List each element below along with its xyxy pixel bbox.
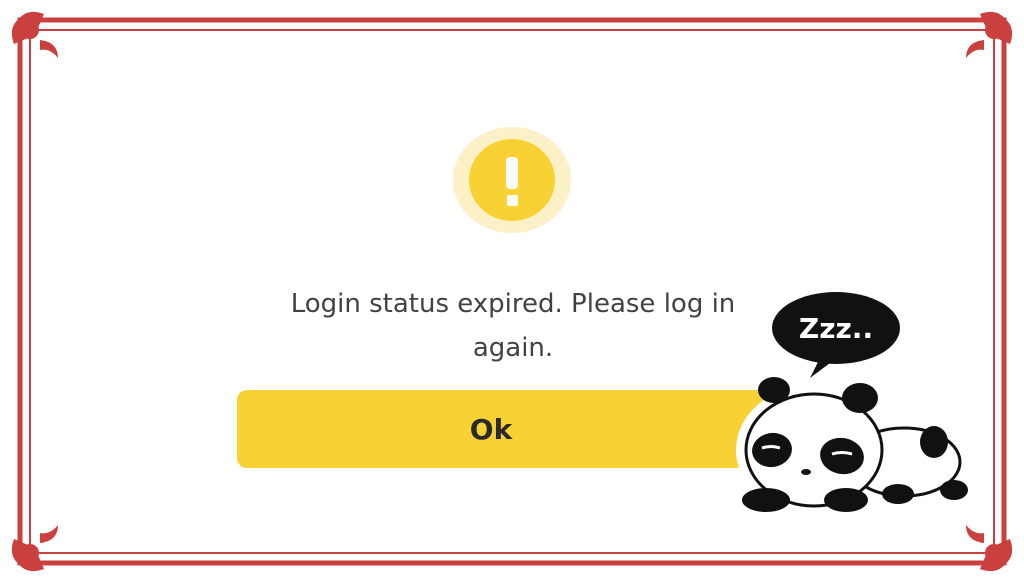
alert-badge — [453, 127, 571, 233]
speech-text: Zzz.. — [799, 312, 873, 345]
ok-button-label: Ok — [469, 412, 513, 446]
ok-button[interactable]: Ok — [237, 390, 777, 468]
dialog-message: Login status expired. Please log in agai… — [290, 289, 736, 363]
exclamation-icon — [469, 139, 555, 221]
panda-body — [742, 377, 968, 512]
sleeping-panda-sticker: Zzz.. — [736, 290, 970, 515]
